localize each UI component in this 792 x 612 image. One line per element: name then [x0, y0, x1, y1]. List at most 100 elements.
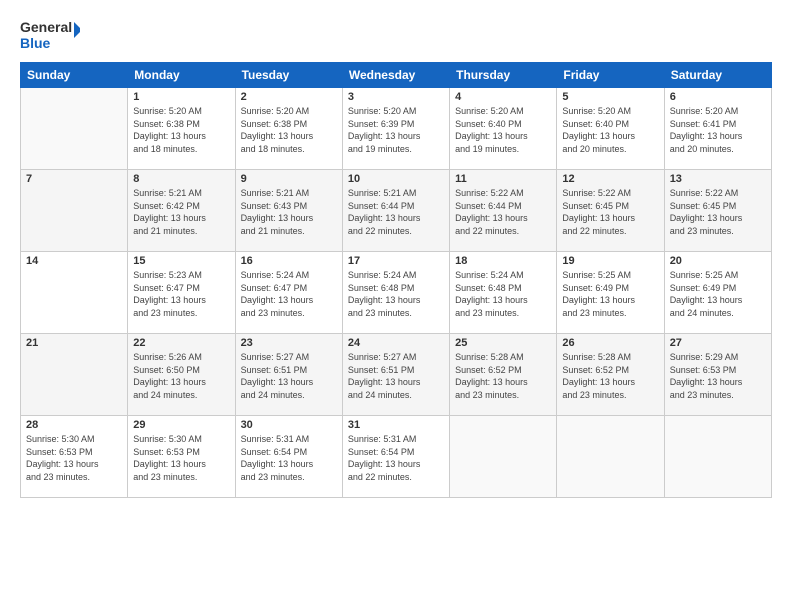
day-number: 23: [241, 337, 337, 349]
calendar-body: 1 Sunrise: 5:20 AMSunset: 6:38 PMDaylight…: [21, 88, 772, 498]
day-number: 5: [562, 91, 658, 103]
col-header-saturday: Saturday: [664, 63, 771, 88]
calendar-cell: 20 Sunrise: 5:25 AMSunset: 6:49 PMDayligh…: [664, 252, 771, 334]
week-row-4: 21 22Sunrise: 5:26 AMSunset: 6:50 PMDayli…: [21, 334, 772, 416]
calendar-cell: 7: [21, 170, 128, 252]
day-info: Sunrise: 5:31 AMSunset: 6:54 PMDaylight:…: [348, 433, 444, 483]
day-info: Sunrise: 5:29 AMSunset: 6:53 PMDaylight:…: [670, 351, 766, 401]
day-info: Sunrise: 5:26 AMSunset: 6:50 PMDaylight:…: [133, 351, 229, 401]
day-info: Sunrise: 5:21 AMSunset: 6:44 PMDaylight:…: [348, 187, 444, 237]
day-number: 14: [26, 255, 122, 267]
calendar-cell: 24 Sunrise: 5:27 AMSunset: 6:51 PMDayligh…: [342, 334, 449, 416]
calendar-cell: 18 Sunrise: 5:24 AMSunset: 6:48 PMDayligh…: [450, 252, 557, 334]
day-number: 11: [455, 173, 551, 185]
day-number: 21: [26, 337, 122, 349]
calendar-cell: 6 Sunrise: 5:20 AMSunset: 6:41 PMDaylight…: [664, 88, 771, 170]
day-info: Sunrise: 5:24 AMSunset: 6:48 PMDaylight:…: [455, 269, 551, 319]
day-info: Sunrise: 5:31 AMSunset: 6:54 PMDaylight:…: [241, 433, 337, 483]
day-number: 6: [670, 91, 766, 103]
day-number: 25: [455, 337, 551, 349]
day-info: Sunrise: 5:28 AMSunset: 6:52 PMDaylight:…: [455, 351, 551, 401]
day-info: Sunrise: 5:30 AMSunset: 6:53 PMDaylight:…: [133, 433, 229, 483]
day-number: 19: [562, 255, 658, 267]
header: General Blue: [20, 16, 772, 52]
calendar-cell: 23 Sunrise: 5:27 AMSunset: 6:51 PMDayligh…: [235, 334, 342, 416]
calendar-cell: 15 Sunrise: 5:23 AMSunset: 6:47 PMDayligh…: [128, 252, 235, 334]
day-info: Sunrise: 5:24 AMSunset: 6:47 PMDaylight:…: [241, 269, 337, 319]
day-number: 24: [348, 337, 444, 349]
calendar-cell: 5 Sunrise: 5:20 AMSunset: 6:40 PMDaylight…: [557, 88, 664, 170]
svg-text:Blue: Blue: [20, 35, 51, 51]
day-number: 26: [562, 337, 658, 349]
day-number: 28: [26, 419, 122, 431]
calendar-cell: 16Sunrise: 5:24 AMSunset: 6:47 PMDayligh…: [235, 252, 342, 334]
day-info: Sunrise: 5:21 AMSunset: 6:43 PMDaylight:…: [241, 187, 337, 237]
calendar-cell: 8Sunrise: 5:21 AMSunset: 6:42 PMDaylight…: [128, 170, 235, 252]
col-header-friday: Friday: [557, 63, 664, 88]
day-number: 3: [348, 91, 444, 103]
calendar-cell: 12 Sunrise: 5:22 AMSunset: 6:45 PMDayligh…: [557, 170, 664, 252]
day-number: 10: [348, 173, 444, 185]
day-info: Sunrise: 5:24 AMSunset: 6:48 PMDaylight:…: [348, 269, 444, 319]
day-number: 1: [133, 91, 229, 103]
svg-text:General: General: [20, 19, 72, 35]
day-info: Sunrise: 5:22 AMSunset: 6:44 PMDaylight:…: [455, 187, 551, 237]
day-info: Sunrise: 5:20 AMSunset: 6:39 PMDaylight:…: [348, 105, 444, 155]
day-number: 27: [670, 337, 766, 349]
calendar-cell: 2 Sunrise: 5:20 AMSunset: 6:38 PMDaylight…: [235, 88, 342, 170]
day-info: Sunrise: 5:20 AMSunset: 6:40 PMDaylight:…: [562, 105, 658, 155]
calendar-cell: [450, 416, 557, 498]
calendar-cell: 11 Sunrise: 5:22 AMSunset: 6:44 PMDayligh…: [450, 170, 557, 252]
calendar-cell: 4Sunrise: 5:20 AMSunset: 6:40 PMDaylight…: [450, 88, 557, 170]
day-info: Sunrise: 5:27 AMSunset: 6:51 PMDaylight:…: [241, 351, 337, 401]
week-row-1: 1 Sunrise: 5:20 AMSunset: 6:38 PMDaylight…: [21, 88, 772, 170]
calendar-cell: 28 Sunrise: 5:30 AMSunset: 6:53 PMDayligh…: [21, 416, 128, 498]
calendar-cell: 30 Sunrise: 5:31 AMSunset: 6:54 PMDayligh…: [235, 416, 342, 498]
day-info: Sunrise: 5:20 AMSunset: 6:38 PMDaylight:…: [133, 105, 229, 155]
day-number: 7: [26, 173, 122, 185]
calendar-cell: 21: [21, 334, 128, 416]
col-header-monday: Monday: [128, 63, 235, 88]
day-number: 31: [348, 419, 444, 431]
day-info: Sunrise: 5:20 AMSunset: 6:38 PMDaylight:…: [241, 105, 337, 155]
day-info: Sunrise: 5:28 AMSunset: 6:52 PMDaylight:…: [562, 351, 658, 401]
day-info: Sunrise: 5:23 AMSunset: 6:47 PMDaylight:…: [133, 269, 229, 319]
day-number: 4: [455, 91, 551, 103]
calendar-cell: 25 Sunrise: 5:28 AMSunset: 6:52 PMDayligh…: [450, 334, 557, 416]
day-number: 18: [455, 255, 551, 267]
day-info: Sunrise: 5:22 AMSunset: 6:45 PMDaylight:…: [562, 187, 658, 237]
day-number: 12: [562, 173, 658, 185]
day-number: 15: [133, 255, 229, 267]
calendar-cell: 14: [21, 252, 128, 334]
day-info: Sunrise: 5:21 AMSunset: 6:42 PMDaylight:…: [133, 187, 229, 237]
calendar: SundayMondayTuesdayWednesdayThursdayFrid…: [20, 62, 772, 498]
col-header-sunday: Sunday: [21, 63, 128, 88]
calendar-cell: 31 Sunrise: 5:31 AMSunset: 6:54 PMDayligh…: [342, 416, 449, 498]
day-number: 2: [241, 91, 337, 103]
calendar-cell: 13Sunrise: 5:22 AMSunset: 6:45 PMDayligh…: [664, 170, 771, 252]
col-header-thursday: Thursday: [450, 63, 557, 88]
day-info: Sunrise: 5:27 AMSunset: 6:51 PMDaylight:…: [348, 351, 444, 401]
day-info: Sunrise: 5:30 AMSunset: 6:53 PMDaylight:…: [26, 433, 122, 483]
week-row-3: 14 15 Sunrise: 5:23 AMSunset: 6:47 PMDayli…: [21, 252, 772, 334]
day-number: 17: [348, 255, 444, 267]
calendar-cell: 17 Sunrise: 5:24 AMSunset: 6:48 PMDayligh…: [342, 252, 449, 334]
calendar-cell: 22Sunrise: 5:26 AMSunset: 6:50 PMDayligh…: [128, 334, 235, 416]
day-info: Sunrise: 5:25 AMSunset: 6:49 PMDaylight:…: [670, 269, 766, 319]
logo: General Blue: [20, 16, 80, 52]
col-header-wednesday: Wednesday: [342, 63, 449, 88]
calendar-cell: [664, 416, 771, 498]
calendar-cell: 27 Sunrise: 5:29 AMSunset: 6:53 PMDayligh…: [664, 334, 771, 416]
week-row-5: 28 Sunrise: 5:30 AMSunset: 6:53 PMDayligh…: [21, 416, 772, 498]
calendar-header-row: SundayMondayTuesdayWednesdayThursdayFrid…: [21, 63, 772, 88]
calendar-cell: 3 Sunrise: 5:20 AMSunset: 6:39 PMDaylight…: [342, 88, 449, 170]
calendar-cell: 10 Sunrise: 5:21 AMSunset: 6:44 PMDayligh…: [342, 170, 449, 252]
day-number: 30: [241, 419, 337, 431]
col-header-tuesday: Tuesday: [235, 63, 342, 88]
calendar-cell: 1 Sunrise: 5:20 AMSunset: 6:38 PMDaylight…: [128, 88, 235, 170]
calendar-cell: [21, 88, 128, 170]
day-number: 29: [133, 419, 229, 431]
day-number: 9: [241, 173, 337, 185]
day-info: Sunrise: 5:20 AMSunset: 6:41 PMDaylight:…: [670, 105, 766, 155]
day-number: 20: [670, 255, 766, 267]
